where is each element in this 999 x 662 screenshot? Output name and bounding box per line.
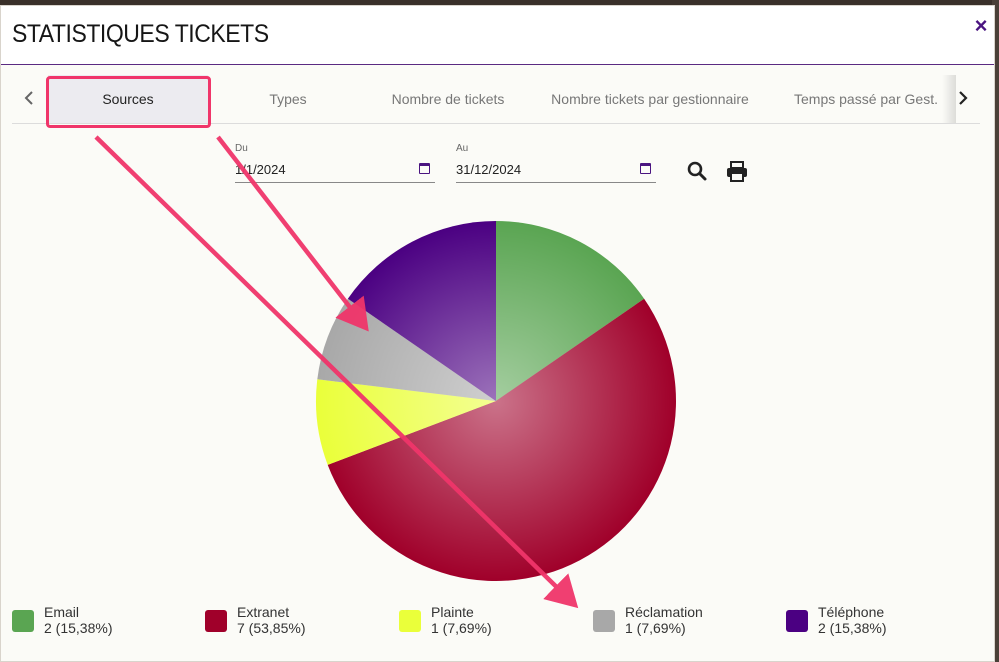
legend-name: Plainte	[431, 604, 474, 620]
legend-value: 2 (15,38%)	[818, 620, 887, 636]
sources-pie-chart	[316, 221, 676, 582]
legend-name: Email	[44, 604, 80, 620]
legend-value: 1 (7,69%)	[431, 620, 492, 636]
legend-name: Téléphone	[818, 604, 885, 620]
legend-swatch	[12, 610, 34, 632]
legend-swatch	[593, 610, 615, 632]
legend-swatch	[205, 610, 227, 632]
legend-value: 1 (7,69%)	[625, 620, 686, 636]
legend-name: Extranet	[237, 604, 290, 620]
legend-name: Réclamation	[625, 604, 703, 620]
legend-value: 2 (15,38%)	[44, 620, 113, 636]
legend-swatch	[786, 610, 808, 632]
legend-swatch	[399, 610, 421, 632]
legend-value: 7 (53,85%)	[237, 620, 306, 636]
